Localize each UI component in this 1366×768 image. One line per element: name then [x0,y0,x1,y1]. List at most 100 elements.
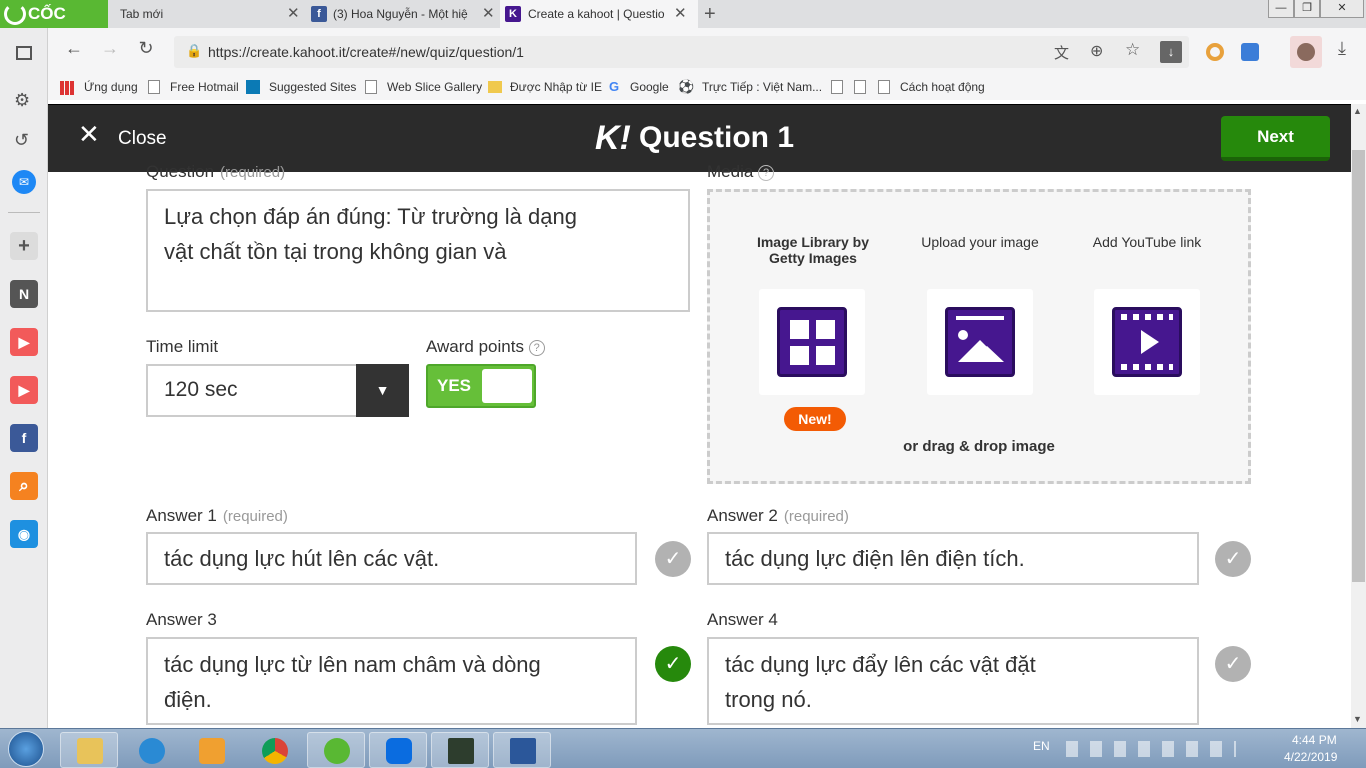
bookmark-hotmail[interactable]: Free Hotmail [170,80,239,94]
grid-icon [777,307,847,377]
page-icon [878,80,890,94]
bookmark-cach-hoat-dong[interactable]: Cách hoạt động [900,80,985,94]
taskbar-zalo[interactable] [369,732,427,768]
notion-icon[interactable]: N [10,280,38,308]
toggle-knob [482,369,532,403]
help-icon[interactable]: ? [758,164,775,181]
youtube-icon[interactable]: ▶ [10,328,38,356]
tab-facebook[interactable]: (3) Hoa Nguyễn - Một hiệ [333,0,473,28]
answer-1-correct-check-icon[interactable]: ✓ [655,541,691,577]
clock-time[interactable]: 4:44 PM [1292,733,1337,747]
taskbar-coccoc[interactable] [307,732,365,768]
messenger-icon[interactable]: ✉ [12,170,36,194]
address-toolbar: ← → ↻ 🔒 https://create.kahoot.it/create#… [48,28,1366,76]
bookmark-google[interactable]: Google [630,80,669,94]
answer-1-label: Answer 1 (required) [146,506,288,526]
reload-icon[interactable]: ↻ [134,38,158,59]
avatar[interactable] [1290,36,1322,68]
close-icon[interactable]: ✕ [78,119,100,150]
time-limit-label: Time limit [146,337,219,356]
youtube-icon[interactable]: ▶ [10,376,38,404]
taskbar-chrome[interactable] [245,732,303,768]
bookmark-folder-ie[interactable]: Được Nhập từ IE [510,80,602,94]
close-tab-icon[interactable]: ✕ [482,0,495,28]
back-icon[interactable]: ← [62,38,86,59]
download-icon[interactable]: ↓ [1160,41,1182,63]
bookmark-suggested[interactable]: Suggested Sites [269,80,356,94]
forward-icon[interactable]: → [98,38,122,59]
question-input[interactable]: Lựa chọn đáp án đúng: Từ trường là dạng … [146,189,690,312]
taskbar-monitor[interactable] [431,732,489,768]
tab-new[interactable]: Tab mới [112,0,308,28]
zalo-icon [386,738,412,764]
taskbar-ie[interactable] [122,732,180,768]
translate-icon[interactable]: 文 [1054,42,1069,63]
bookmarks-bar: Ứng dụng Free Hotmail Suggested Sites We… [48,76,1366,100]
url-text[interactable]: https://create.kahoot.it/create#/new/qui… [208,44,524,60]
tab-label: Create a kahoot | Questio [528,7,665,21]
taskbar-explorer[interactable] [60,732,118,768]
chrome-icon [262,738,288,764]
answer-4-input[interactable]: tác dụng lực đẩy lên các vật đặt trong n… [707,637,1199,725]
facebook-icon[interactable]: f [10,424,38,452]
language-indicator[interactable]: EN [1033,739,1050,753]
coccoc-icon [4,3,26,25]
zoom-icon[interactable]: ⊕ [1090,41,1103,61]
answer-3-input[interactable]: tác dụng lực từ lên nam châm và dòng điệ… [146,637,637,725]
coccoc-rewards-icon[interactable] [1206,43,1224,61]
time-limit-select[interactable]: 120 sec ▼ [146,364,409,417]
scroll-down-icon[interactable]: ▼ [1353,714,1362,724]
answer-2-correct-check-icon[interactable]: ✓ [1215,541,1251,577]
answer-2-input[interactable]: tác dụng lực điện lên điện tích. [707,532,1199,585]
answer-3-correct-check-icon[interactable]: ✓ [655,646,691,682]
clock-date[interactable]: 4/22/2019 [1284,750,1337,764]
star-icon[interactable]: ☆ [1125,40,1140,60]
upload-image-button[interactable] [927,289,1033,395]
maximize-button[interactable]: ❐ [1294,0,1320,18]
next-button[interactable]: Next [1221,116,1330,161]
page-icon[interactable] [854,80,866,94]
add-icon[interactable]: + [10,232,38,260]
close-button[interactable]: Close [118,128,167,150]
sidebar-toggle-icon[interactable] [16,46,32,60]
media-dropzone[interactable]: Image Library by Getty Images Upload you… [707,189,1251,484]
question-label: Question (required) [146,162,285,182]
close-tab-icon[interactable]: ✕ [674,0,687,28]
player-icon[interactable]: ◉ [10,520,38,548]
close-tab-icon[interactable]: ✕ [287,0,300,28]
google-icon: G [609,79,620,94]
image-library-label: Image Library by Getty Images [756,234,870,266]
kahoot-logo: K! [595,119,631,157]
start-button[interactable] [8,731,44,767]
chevron-down-icon[interactable]: ▼ [356,364,409,417]
answer-4-correct-check-icon[interactable]: ✓ [1215,646,1251,682]
award-points-toggle[interactable]: YES [426,364,536,408]
answer-1-input[interactable]: tác dụng lực hút lên các vật. [146,532,637,585]
bookmark-webslice[interactable]: Web Slice Gallery [387,80,482,94]
soccer-ball-icon: ⚽ [678,79,695,94]
tray-icons[interactable] [1066,741,1236,757]
youtube-link-button[interactable] [1094,289,1200,395]
search-icon[interactable]: ⌕ [10,472,38,500]
help-icon[interactable]: ? [528,339,545,356]
history-icon[interactable]: ↺ [14,130,29,151]
download-arrow-icon[interactable]: ⤓ [1330,38,1354,59]
new-tab-button[interactable]: + [704,0,716,28]
bing-icon [246,80,260,94]
address-bar[interactable]: 🔒 https://create.kahoot.it/create#/new/q… [174,36,1189,68]
sidebar-divider [8,212,40,213]
bookmark-truc-tiep[interactable]: Trực Tiếp : Việt Nam... [702,80,822,94]
scrollbar-thumb[interactable] [1352,150,1365,582]
taskbar-media[interactable] [182,732,240,768]
page-icon[interactable] [831,80,843,94]
taskbar-word[interactable] [493,732,551,768]
close-window-button[interactable]: ✕ [1320,0,1364,18]
windows-taskbar: EN 4:44 PM 4/22/2019 [0,728,1366,768]
image-library-button[interactable] [759,289,865,395]
scroll-up-icon[interactable]: ▲ [1353,106,1362,116]
minimize-button[interactable]: — [1268,0,1294,18]
answer-label-text: Answer 1 [146,506,217,525]
bookmark-apps[interactable]: Ứng dụng [84,80,138,94]
search-extension-icon[interactable] [1241,43,1259,61]
settings-icon[interactable]: ⚙ [14,90,30,111]
